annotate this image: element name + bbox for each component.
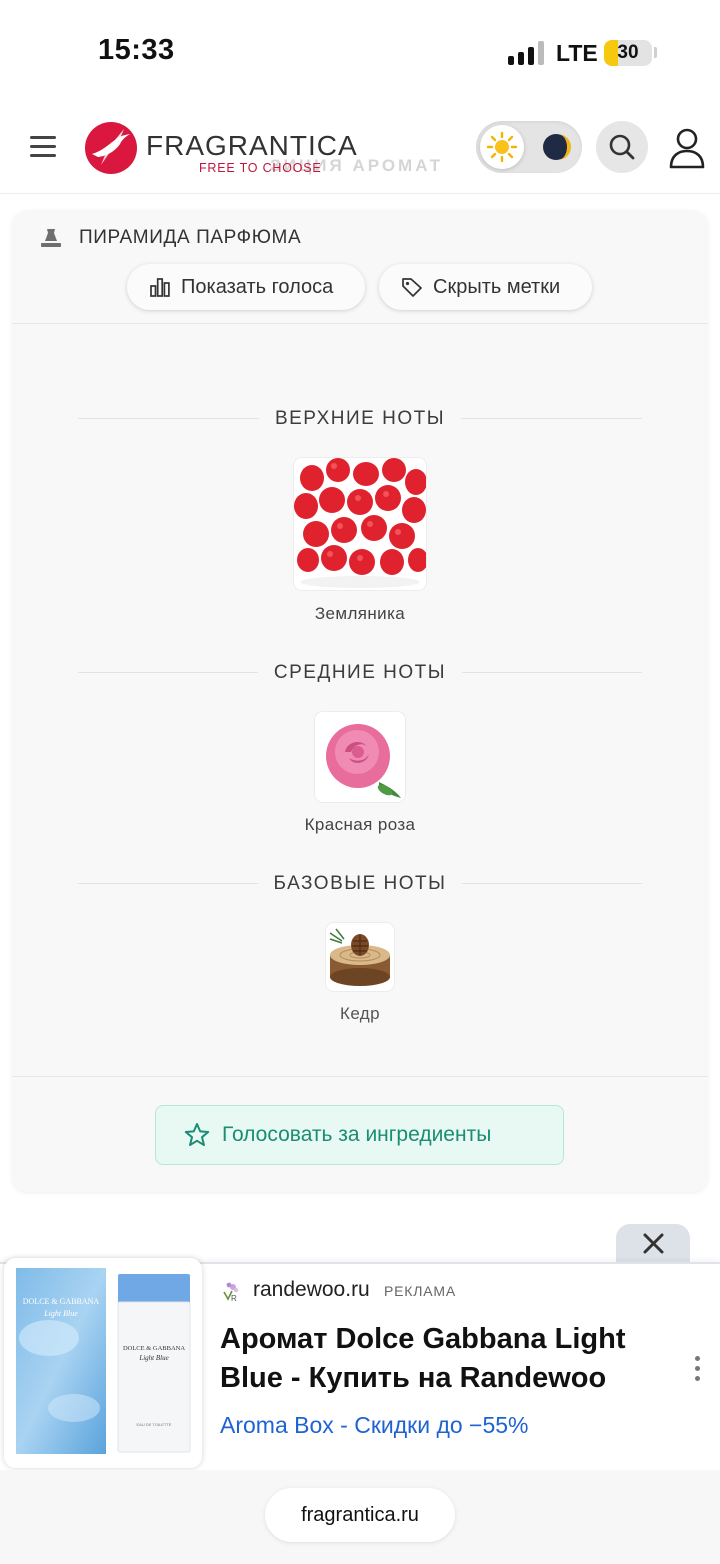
site-logo-name[interactable]: FRAGRANTICA [146,130,358,162]
ad-domain[interactable]: randewoo.ru [253,1278,370,1302]
notes-area: ВЕРХНИЕ НОТЫ Земляника СРЕДНИЕ НОТЫ Крас… [12,324,708,1076]
advertiser-favicon-icon: R [223,1282,239,1302]
cedar-wood-image[interactable] [326,923,394,991]
close-icon [643,1233,664,1254]
site-header: ЗИЦИЯ АРОМАТ FRAGRANTICA FREE TO CHOOSE [0,100,720,194]
ad-title[interactable]: Аромат Dolce Gabbana Light Blue - Купить… [220,1320,670,1398]
user-icon[interactable] [668,126,706,170]
site-logo-tagline: FREE TO CHOOSE [199,161,322,175]
top-notes-heading: ВЕРХНИЕ НОТЫ [12,400,708,438]
hide-tags-button[interactable]: Скрыть метки [379,264,592,310]
note-name-wild-strawberry[interactable]: Земляника [12,604,708,624]
hide-tags-label: Скрыть метки [433,276,561,298]
theme-toggle[interactable] [476,121,582,173]
search-icon [609,134,635,160]
bottle-brand-text: DOLCE & GABBANA [123,1345,185,1352]
address-bar[interactable]: fragrantica.ru [265,1488,455,1542]
svg-text:R: R [231,1294,237,1302]
pyramid-card-header: ПИРАМИДА ПАРФЮМА Показать голоса Скрыть … [12,210,708,324]
pyramid-icon [41,229,61,247]
battery-icon: 30 [604,40,652,66]
ad-subtitle-link[interactable]: Aroma Box - Скидки до −55% [220,1412,529,1439]
browser-bottom-bar: fragrantica.ru [0,1470,720,1564]
bar-chart-icon [150,278,170,297]
bottle-type-text: EAU DE TOILETTE [137,1422,172,1427]
rose-image[interactable] [315,712,405,802]
base-notes-heading: БАЗОВЫЕ НОТЫ [12,865,708,903]
vote-ingredients-button[interactable]: Голосовать за ингредиенты [155,1105,564,1165]
more-options-icon[interactable] [686,1354,708,1384]
signal-strength-icon [508,41,544,65]
moon-icon[interactable] [534,125,578,169]
middle-notes-heading: СРЕДНИЕ НОТЫ [12,654,708,692]
status-bar: 15:33 LTE 30 [0,0,720,100]
battery-level: 30 [617,42,639,63]
pyramid-title: ПИРАМИДА ПАРФЮМА [79,227,302,248]
status-time: 15:33 [98,34,175,66]
sun-icon[interactable] [480,125,524,169]
box-brand-text: DOLCE & GABBANA [23,1297,100,1306]
ad-product-image[interactable]: DOLCE & GABBANA Light Blue DOLCE & GABBA… [4,1258,202,1468]
perfume-pyramid-card: ПИРАМИДА ПАРФЮМА Показать голоса Скрыть … [12,210,708,1192]
hamburger-menu-icon[interactable] [30,136,56,157]
note-name-red-rose[interactable]: Красная роза [12,815,708,835]
pyramid-card-footer: Голосовать за ингредиенты [12,1076,708,1192]
wild-strawberry-image[interactable] [294,458,426,590]
tag-icon [402,278,422,297]
box-product-text: Light Blue [43,1309,78,1318]
ad-banner[interactable]: DOLCE & GABBANA Light Blue DOLCE & GABBA… [0,1258,720,1470]
search-button[interactable] [596,121,648,173]
show-votes-label: Показать голоса [181,276,334,298]
show-votes-button[interactable]: Показать голоса [127,264,365,310]
vote-ingredients-label: Голосовать за ингредиенты [222,1123,492,1146]
ad-close-button[interactable] [616,1224,690,1264]
bottle-product-text: Light Blue [138,1354,168,1362]
star-icon [184,1123,210,1146]
ad-label: РЕКЛАМА [384,1283,456,1299]
network-type: LTE [556,40,598,66]
hummingbird-logo-icon[interactable] [84,121,138,175]
note-name-cedar[interactable]: Кедр [12,1004,708,1024]
